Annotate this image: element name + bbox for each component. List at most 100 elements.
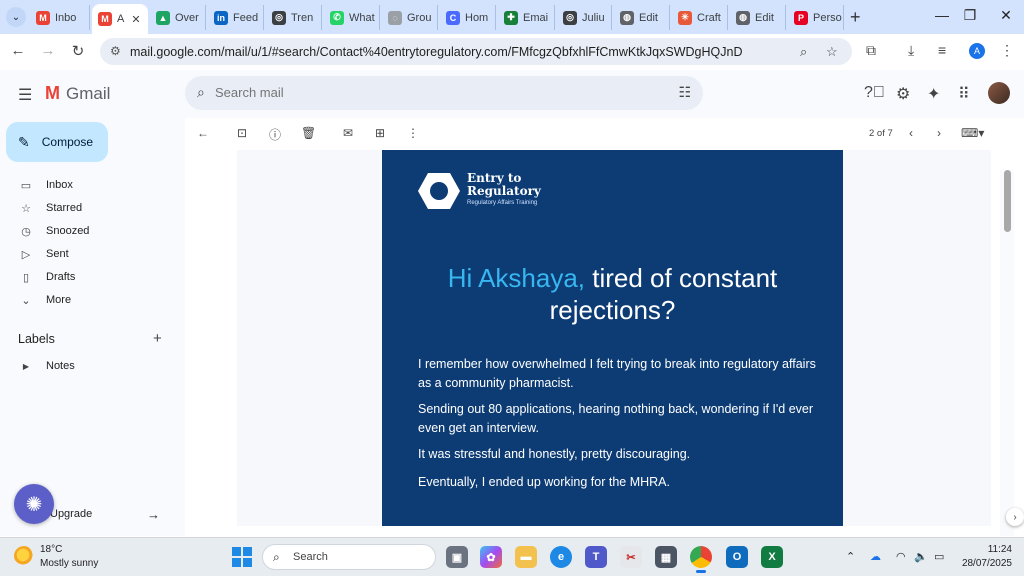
archive-icon[interactable]: ⊡ xyxy=(237,126,247,140)
browser-tab[interactable]: M A ✕ xyxy=(92,4,148,34)
weather-temperature[interactable]: 18°C xyxy=(40,544,62,555)
sidebar-item-label: Inbox xyxy=(46,179,73,191)
more-options-icon[interactable]: ⋮ xyxy=(407,126,419,140)
tab-label: Juliu xyxy=(582,11,605,24)
gmail-logo[interactable]: M Gmail xyxy=(45,83,110,104)
copilot-icon[interactable]: ✿ xyxy=(480,546,502,568)
globe-icon: ◍ xyxy=(620,10,634,25)
edge-browser-icon[interactable]: e xyxy=(550,546,572,568)
pencil-icon: ✎ xyxy=(18,133,30,150)
browser-tab[interactable]: ✚ Emai xyxy=(498,5,555,30)
help-icon[interactable]: ?⃝ xyxy=(864,84,885,102)
browser-tab[interactable]: ◍ Edit xyxy=(614,5,670,30)
gmail-icon: M xyxy=(98,12,112,26)
browser-tab[interactable]: C Hom xyxy=(440,5,496,30)
scrollbar-thumb[interactable] xyxy=(1004,170,1011,232)
pinterest-icon: P xyxy=(794,10,808,25)
globe-icon: ◍ xyxy=(736,10,750,25)
sidebar-item-label: Sent xyxy=(46,248,69,260)
browser-tab[interactable]: ✆ What xyxy=(324,5,380,30)
search-input[interactable] xyxy=(215,85,615,100)
back-to-list-icon[interactable]: ← xyxy=(197,126,209,140)
clock-date[interactable]: 28/07/2025 xyxy=(960,558,1012,569)
browser-tab[interactable]: in Feed xyxy=(208,5,264,30)
pager-count: 2 of 7 xyxy=(869,128,893,139)
outlook-icon[interactable]: O xyxy=(726,546,748,568)
browser-tab[interactable]: M Inbo xyxy=(30,5,90,30)
media-control-icon[interactable]: ≡ xyxy=(938,42,946,58)
restore-button[interactable]: ❐ xyxy=(956,7,984,24)
new-tab-button[interactable]: + xyxy=(850,8,861,26)
close-window-button[interactable]: ✕ xyxy=(992,7,1020,24)
download-icon[interactable]: ⤓ xyxy=(908,42,914,59)
tab-search-chevron-icon[interactable]: ⌄ xyxy=(6,7,26,27)
browser-tab[interactable]: ◎ Tren xyxy=(266,5,322,30)
browser-tab[interactable]: ◍ Edit xyxy=(730,5,786,30)
browser-tab[interactable]: P Perso xyxy=(788,5,844,30)
upgrade-link[interactable]: Upgrade xyxy=(50,508,92,520)
browser-tab[interactable]: ✳ Craft xyxy=(672,5,728,30)
gemini-sparkle-icon[interactable]: ✦ xyxy=(927,84,940,104)
show-hidden-icons-chevron-icon[interactable]: ⌃ xyxy=(846,550,855,563)
reload-icon[interactable]: ↻ xyxy=(68,42,88,60)
task-view-icon[interactable]: ▣ xyxy=(446,546,468,568)
sidebar-item-inbox[interactable]: ▭ Inbox xyxy=(0,174,185,196)
address-bar[interactable]: ⚙ mail.google.com/mail/u/1/#search/Conta… xyxy=(100,38,852,65)
site-info-icon[interactable]: ⚙ xyxy=(110,44,121,58)
account-avatar[interactable] xyxy=(988,82,1010,104)
clock-time[interactable]: 11:24 xyxy=(982,544,1012,555)
upgrade-arrow-icon[interactable]: → xyxy=(147,507,160,522)
sunny-weather-icon[interactable] xyxy=(14,546,34,566)
browser-tab[interactable]: ◌ Grou xyxy=(382,5,438,30)
move-to-icon[interactable]: ⊞ xyxy=(375,126,385,140)
label-item-notes[interactable]: ▶ Notes xyxy=(0,355,185,377)
windows-start-icon[interactable] xyxy=(232,547,252,567)
mark-unread-icon[interactable]: ✉ xyxy=(343,126,353,140)
zoom-icon[interactable]: ⌕ xyxy=(800,44,807,60)
sidebar-item-starred[interactable]: ☆ Starred xyxy=(0,197,185,219)
browser-profile-avatar[interactable]: A xyxy=(969,43,985,59)
mail-search-bar[interactable]: ⌕ ☷ xyxy=(185,76,703,110)
battery-icon[interactable]: ▭ xyxy=(934,550,944,563)
search-options-icon[interactable]: ☷ xyxy=(678,84,691,101)
back-arrow-icon[interactable]: ← xyxy=(8,42,28,59)
snipping-tool-icon[interactable]: ✂ xyxy=(620,546,642,568)
sidebar-item-sent[interactable]: ▷ Sent xyxy=(0,243,185,265)
onedrive-cloud-icon[interactable]: ☁ xyxy=(870,550,881,563)
report-spam-icon[interactable]: ⓘ xyxy=(269,126,281,143)
compose-button[interactable]: ✎ Compose xyxy=(6,122,108,162)
search-icon[interactable]: ⌕ xyxy=(197,84,205,101)
volume-icon[interactable]: 🔈 xyxy=(914,550,928,563)
side-panel-toggle-icon[interactable]: › xyxy=(1006,508,1024,526)
bookmark-star-icon[interactable]: ☆ xyxy=(826,44,838,60)
extensions-icon[interactable]: ⧉ xyxy=(866,42,876,59)
input-tools-icon[interactable]: ⌨▾ xyxy=(961,126,984,140)
add-label-plus-icon[interactable]: + xyxy=(153,330,162,347)
weather-description[interactable]: Mostly sunny xyxy=(40,558,98,569)
page-scrollbar[interactable] xyxy=(1000,170,1014,536)
sidebar-item-snoozed[interactable]: ◷ Snoozed xyxy=(0,220,185,242)
taskbar-search-box[interactable]: ⌕ Search xyxy=(262,544,436,570)
sidebar-item-drafts[interactable]: ▯ Drafts xyxy=(0,266,185,288)
close-tab-icon[interactable]: ✕ xyxy=(131,13,140,26)
browser-tab[interactable]: ▲ Over xyxy=(150,5,206,30)
sidebar-item-more[interactable]: ⌄ More xyxy=(0,289,185,311)
settings-gear-icon[interactable]: ⚙ xyxy=(896,84,910,104)
forward-arrow-icon[interactable]: → xyxy=(38,42,58,59)
brand-name: Entry to Regulatory xyxy=(467,171,541,198)
excel-icon[interactable]: X xyxy=(761,546,783,568)
newer-chevron-icon[interactable]: ‹ xyxy=(909,126,913,140)
file-explorer-icon[interactable]: ▬ xyxy=(515,546,537,568)
teams-icon[interactable]: T xyxy=(585,546,607,568)
floating-assistant-icon[interactable]: ✺ xyxy=(14,484,54,524)
calculator-icon[interactable]: ▦ xyxy=(655,546,677,568)
main-menu-icon[interactable]: ☰ xyxy=(18,85,32,105)
wifi-icon[interactable]: ◠ xyxy=(896,550,906,563)
chrome-icon[interactable] xyxy=(690,546,712,573)
browser-menu-icon[interactable]: ⋮ xyxy=(1000,42,1014,59)
older-chevron-icon[interactable]: › xyxy=(937,126,941,140)
minimize-button[interactable]: — xyxy=(928,7,956,23)
delete-icon[interactable]: 🗑 xyxy=(301,126,316,140)
apps-grid-icon[interactable]: ⠿ xyxy=(958,84,970,104)
browser-tab[interactable]: ◎ Juliu xyxy=(557,5,612,30)
